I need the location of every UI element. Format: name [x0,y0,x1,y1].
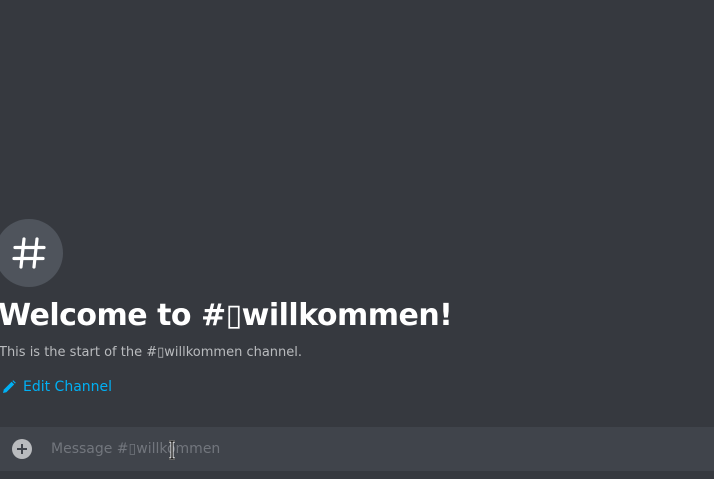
hash-icon [12,237,46,269]
channel-avatar [0,219,63,287]
attach-button[interactable] [12,439,32,459]
edit-channel-label: Edit Channel [23,379,113,395]
pencil-icon [3,380,16,393]
welcome-title: Welcome to #▯willkommen! [0,298,453,333]
chat-view: Welcome to #▯willkommen! This is the sta… [0,0,714,479]
welcome-subtitle: This is the start of the #▯willkommen ch… [0,345,303,360]
plus-circle-icon [17,444,27,454]
bottom-strip [0,471,714,479]
message-composer [0,427,714,471]
text-cursor-icon [169,440,175,460]
message-input[interactable] [51,427,691,471]
edit-channel-link[interactable]: Edit Channel [2,376,112,398]
